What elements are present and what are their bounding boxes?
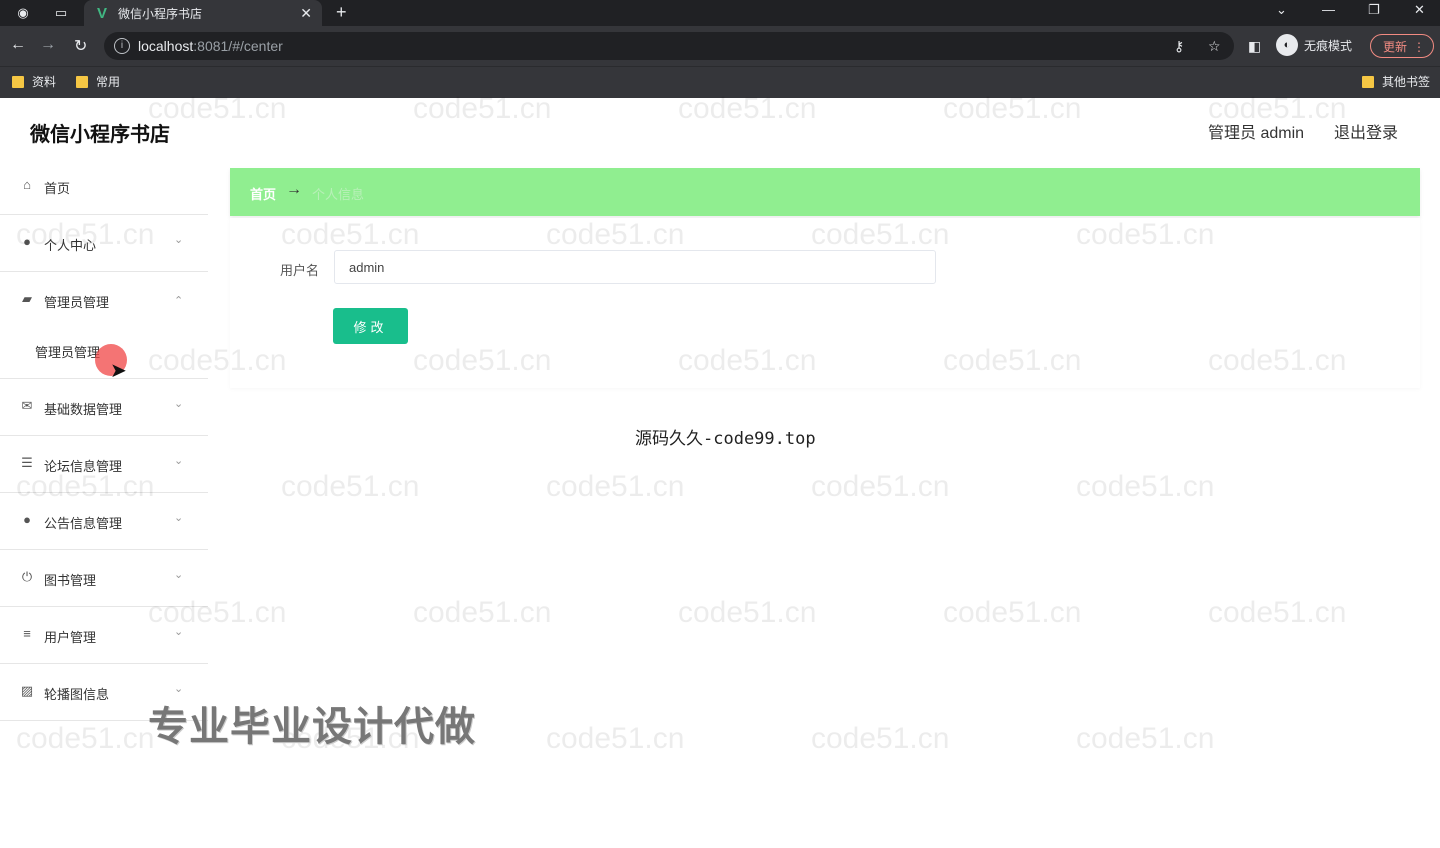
sliders-icon: ≡: [23, 626, 31, 641]
mouse-cursor-icon: ➤: [110, 360, 127, 382]
chevron-up-icon: ⌃: [174, 295, 184, 307]
list-icon: ☰: [21, 455, 33, 470]
sidebar-item-center[interactable]: ● 个人中心 ⌄: [0, 215, 208, 272]
watermark: code51.cn: [943, 596, 1082, 629]
incognito-label: 无痕模式: [1304, 38, 1353, 53]
other-bookmarks[interactable]: 其他书签: [1362, 73, 1430, 90]
watermark: code51.cn: [1076, 722, 1215, 755]
breadcrumb-home[interactable]: 首页: [250, 184, 276, 203]
browser-toolbar: ← → ↻ i localhost:8081/#/center ⚷ ☆ ◧ ◐ …: [0, 26, 1440, 66]
menu-dots-icon: ⋮: [1413, 40, 1425, 54]
chevron-down-icon: ⌄: [174, 234, 184, 246]
forward-icon[interactable]: →: [40, 36, 56, 54]
incognito-indicator[interactable]: ◐ 无痕模式: [1276, 34, 1352, 56]
tab-list-icon[interactable]: ⌄: [1276, 2, 1287, 18]
bookmark-folder-ziliao[interactable]: 资料: [12, 73, 56, 90]
back-icon[interactable]: ←: [10, 36, 26, 54]
chevron-down-icon: ⌄: [174, 626, 184, 638]
watermark: code51.cn: [281, 470, 420, 503]
bookmarks-bar: 资料 常用 其他书签: [0, 66, 1440, 98]
key-icon[interactable]: ⚷: [1174, 38, 1184, 55]
tab-title: 微信小程序书店: [118, 6, 203, 21]
watermark: code51.cn: [1208, 596, 1347, 629]
url-text[interactable]: localhost:8081/#/center: [138, 38, 283, 54]
new-tab-icon[interactable]: +: [336, 2, 347, 23]
submit-button[interactable]: 修改: [333, 308, 408, 344]
bookmark-star-icon[interactable]: ☆: [1208, 38, 1221, 55]
app-header: 微信小程序书店 管理员 admin 退出登录: [0, 98, 1440, 158]
app-title: 微信小程序书店: [30, 124, 170, 146]
watermark: code51.cn: [678, 596, 817, 629]
incognito-icon: ◐: [1276, 34, 1298, 56]
folder-icon: [1362, 75, 1374, 88]
person-icon: ●: [23, 512, 31, 527]
address-bar[interactable]: i localhost:8081/#/center ⚷ ☆: [104, 32, 1234, 60]
close-tab-icon[interactable]: ✕: [300, 5, 312, 22]
footer-text: 源码久久-code99.top: [635, 429, 816, 449]
site-info-icon[interactable]: i: [114, 38, 130, 54]
breadcrumb: 首页 → 个人信息: [230, 168, 1420, 216]
watermark: code51.cn: [546, 470, 685, 503]
sidebar-item-forum[interactable]: ☰ 论坛信息管理 ⌄: [0, 436, 208, 493]
sidebar-item-home[interactable]: ⌂ 首页: [0, 158, 208, 215]
tab-search-icon[interactable]: ▭: [52, 4, 70, 22]
folder-icon: [12, 75, 24, 88]
sidebar-item-users[interactable]: ≡ 用户管理 ⌄: [0, 607, 208, 664]
current-user: 管理员 admin: [1208, 125, 1305, 142]
image-icon: ▨: [20, 683, 34, 698]
sidebar-menu: ⌂ 首页 ● 个人中心 ⌄ ▰ 管理员管理 ⌃ 管理员管理 ✉ 基础数据管理 ⌄…: [0, 158, 208, 721]
breadcrumb-separator: →: [286, 181, 302, 198]
promo-overlay-text: 专业毕业设计代做: [148, 705, 476, 749]
watermark: code51.cn: [16, 722, 155, 755]
minimize-icon[interactable]: —: [1322, 2, 1335, 17]
chevron-down-icon: ⌄: [174, 569, 184, 581]
admin-icon: ▰: [22, 291, 32, 306]
watermark: code51.cn: [546, 722, 685, 755]
browser-tab-bar: ◉ ▭ V 微信小程序书店 ✕ + ⌄ — ❐ ✕: [0, 0, 1440, 26]
username-input[interactable]: [334, 250, 936, 284]
update-label: 更新: [1383, 40, 1408, 54]
watermark: code51.cn: [413, 596, 552, 629]
sidebar-item-notice[interactable]: ● 公告信息管理 ⌄: [0, 493, 208, 550]
side-panel-icon[interactable]: ◧: [1248, 38, 1261, 55]
sidebar-item-books[interactable]: ⏻ 图书管理 ⌄: [0, 550, 208, 607]
username-label: 用户名: [280, 263, 320, 278]
mail-icon: ✉: [21, 398, 33, 413]
bookmark-folder-changyong[interactable]: 常用: [76, 73, 120, 90]
browser-tab[interactable]: V 微信小程序书店 ✕: [84, 0, 322, 26]
chevron-down-icon: ⌄: [174, 512, 184, 524]
watermark: code51.cn: [811, 722, 950, 755]
restore-icon[interactable]: ❐: [1368, 2, 1380, 18]
chevron-down-icon: ⌄: [174, 455, 184, 467]
profile-form: 用户名 修改: [230, 218, 1420, 388]
window-close-icon[interactable]: ✕: [1414, 2, 1425, 18]
sidebar-item-admin[interactable]: ▰ 管理员管理 ⌃: [0, 272, 208, 328]
chevron-down-icon: ⌄: [174, 398, 184, 410]
update-button[interactable]: 更新 ⋮: [1370, 34, 1434, 58]
watermark: code51.cn: [811, 470, 950, 503]
sidebar-item-basic-data[interactable]: ✉ 基础数据管理 ⌄: [0, 379, 208, 436]
power-icon: ⏻: [21, 569, 33, 584]
reload-icon[interactable]: ↻: [74, 36, 87, 56]
vue-favicon-icon: V: [96, 4, 107, 22]
folder-icon: [76, 75, 88, 88]
user-icon: ●: [23, 234, 31, 249]
watermark: code51.cn: [1076, 470, 1215, 503]
logout-link[interactable]: 退出登录: [1334, 119, 1398, 143]
breadcrumb-current: 个人信息: [312, 187, 365, 202]
home-icon: ⌂: [23, 177, 31, 192]
browser-profile-icon[interactable]: ◉: [14, 4, 32, 22]
